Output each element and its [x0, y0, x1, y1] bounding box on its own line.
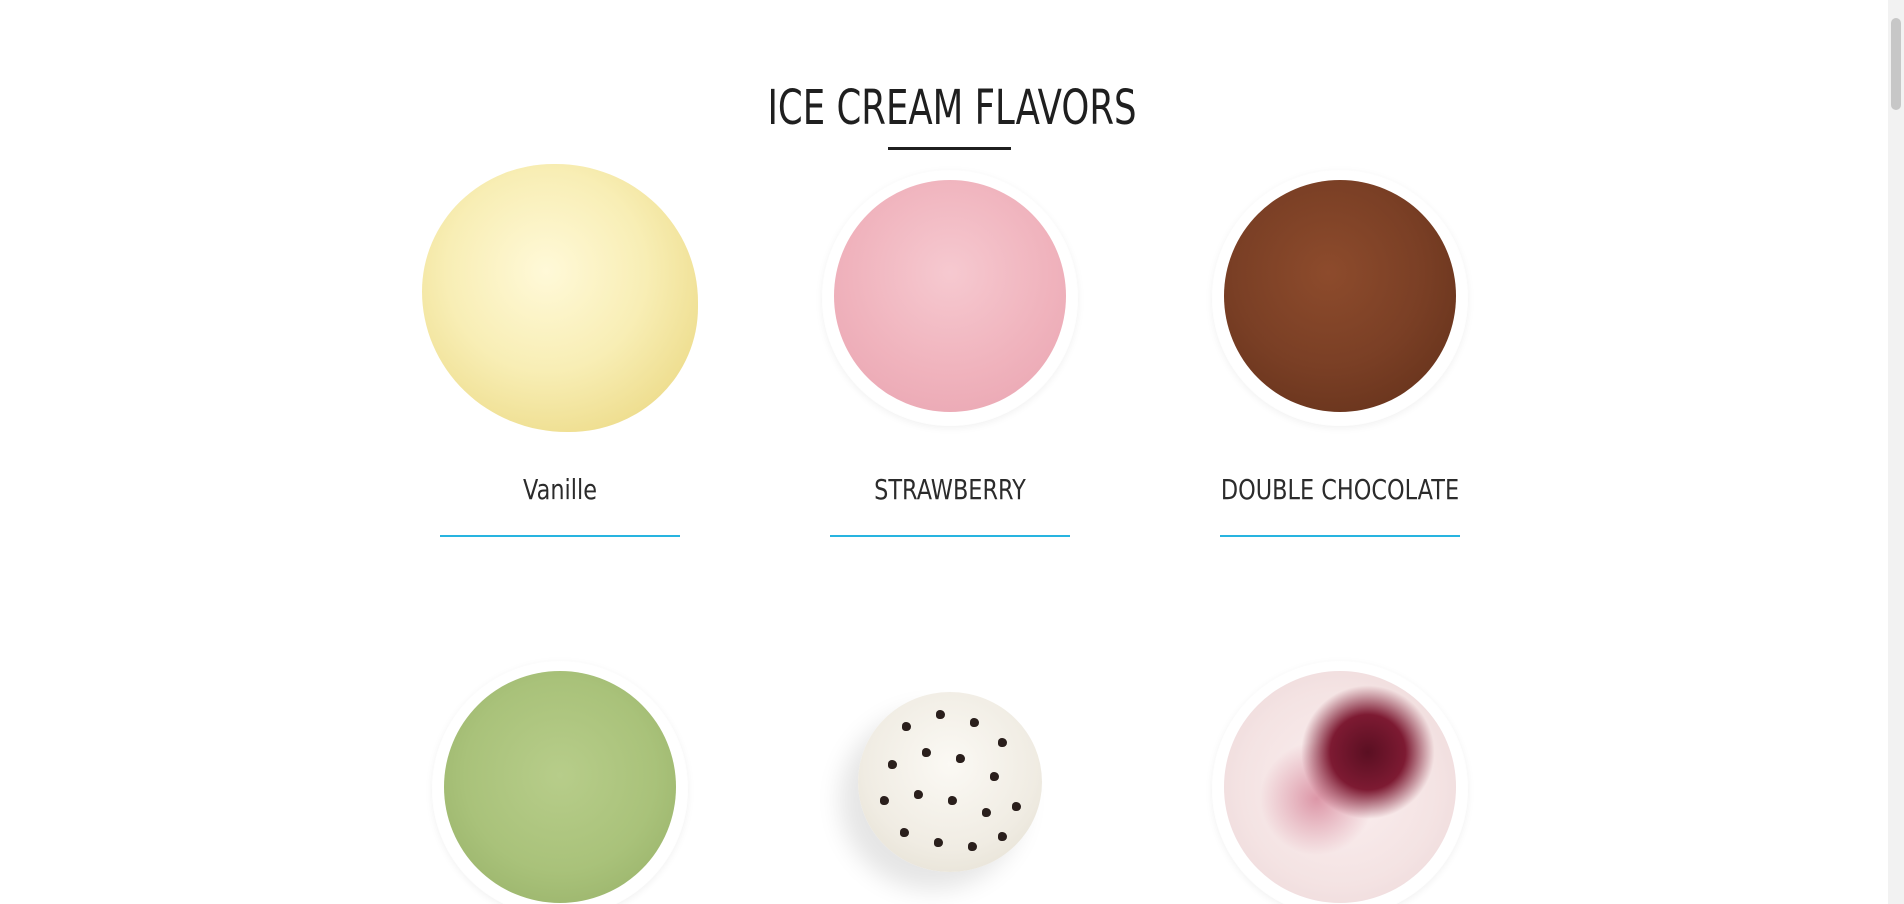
- vanilla-scoop-image[interactable]: [422, 164, 698, 432]
- chocolate-chip-scoop-image[interactable]: [858, 692, 1042, 872]
- flavor-card-double-chocolate[interactable]: DOUBLE CHOCOLATE: [1145, 160, 1535, 560]
- chip-icon: [880, 796, 889, 805]
- chip-icon: [900, 828, 909, 837]
- chocolate-cup-image[interactable]: [1212, 170, 1468, 426]
- scrollbar-thumb[interactable]: [1891, 18, 1901, 110]
- berry-swirl-cup-image[interactable]: [1212, 661, 1468, 904]
- chip-icon: [934, 838, 943, 847]
- chip-icon: [1012, 802, 1021, 811]
- flavor-card-berry-swirl[interactable]: [1145, 652, 1535, 904]
- scrollbar[interactable]: [1888, 0, 1904, 904]
- flavor-underline: [830, 535, 1070, 537]
- chip-icon: [902, 722, 911, 731]
- chip-icon: [998, 832, 1007, 841]
- flavor-name[interactable]: STRAWBERRY: [794, 473, 1106, 506]
- pistachio-cup-image[interactable]: [432, 661, 688, 904]
- flavor-card-strawberry[interactable]: STRAWBERRY: [755, 160, 1145, 560]
- chip-icon: [956, 754, 965, 763]
- flavor-name[interactable]: DOUBLE CHOCOLATE: [1184, 473, 1496, 506]
- chip-icon: [968, 842, 977, 851]
- strawberry-cup-image[interactable]: [822, 170, 1078, 426]
- flavor-underline: [1220, 535, 1460, 537]
- chip-icon: [982, 808, 991, 817]
- chip-icon: [998, 738, 1007, 747]
- title-divider: [888, 147, 1011, 150]
- chip-icon: [948, 796, 957, 805]
- flavor-card-vanilla[interactable]: Vanille: [365, 160, 755, 560]
- flavor-card-chocolate-chip[interactable]: [755, 652, 1145, 904]
- chip-icon: [888, 760, 897, 769]
- chip-icon: [914, 790, 923, 799]
- flavor-card-pistachio[interactable]: [365, 652, 755, 904]
- chip-icon: [970, 718, 979, 727]
- chip-icon: [922, 748, 931, 757]
- page-title: ICE CREAM FLAVORS: [767, 80, 1137, 137]
- flavor-underline: [440, 535, 680, 537]
- chip-icon: [936, 710, 945, 719]
- page: ICE CREAM FLAVORS Vanille STRAWBERRY DOU…: [0, 0, 1904, 904]
- chip-icon: [990, 772, 999, 781]
- flavor-name[interactable]: Vanille: [404, 473, 716, 506]
